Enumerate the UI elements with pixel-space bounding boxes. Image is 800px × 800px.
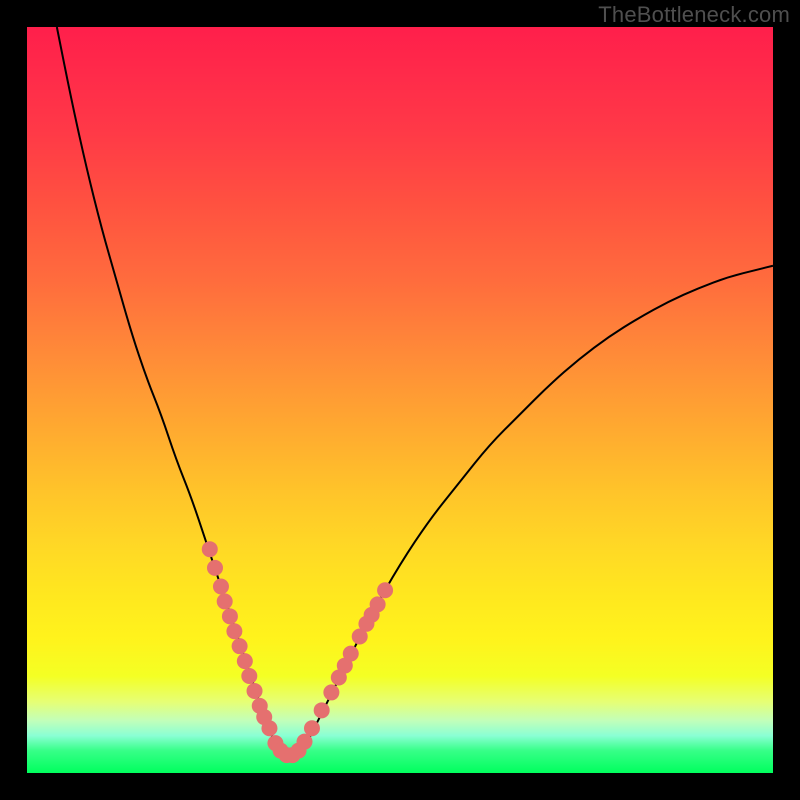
sample-dot bbox=[241, 668, 257, 684]
sample-dot bbox=[304, 720, 320, 736]
sample-dot bbox=[297, 734, 313, 750]
sample-dot bbox=[226, 623, 242, 639]
chart-frame: TheBottleneck.com bbox=[0, 0, 800, 800]
sample-dot bbox=[207, 560, 223, 576]
sample-dot bbox=[370, 596, 386, 612]
sample-dot bbox=[314, 702, 330, 718]
sample-dots bbox=[202, 541, 393, 763]
sample-dot bbox=[222, 608, 238, 624]
watermark-label: TheBottleneck.com bbox=[598, 2, 790, 28]
chart-plot-area bbox=[27, 27, 773, 773]
sample-dot bbox=[213, 579, 229, 595]
sample-dot bbox=[323, 684, 339, 700]
sample-dot bbox=[237, 653, 253, 669]
sample-dot bbox=[202, 541, 218, 557]
sample-dot bbox=[377, 582, 393, 598]
sample-dot bbox=[261, 720, 277, 736]
sample-dot bbox=[343, 646, 359, 662]
chart-svg bbox=[27, 27, 773, 773]
bottleneck-curve bbox=[57, 27, 773, 756]
sample-dot bbox=[247, 683, 263, 699]
sample-dot bbox=[232, 638, 248, 654]
sample-dot bbox=[217, 593, 233, 609]
